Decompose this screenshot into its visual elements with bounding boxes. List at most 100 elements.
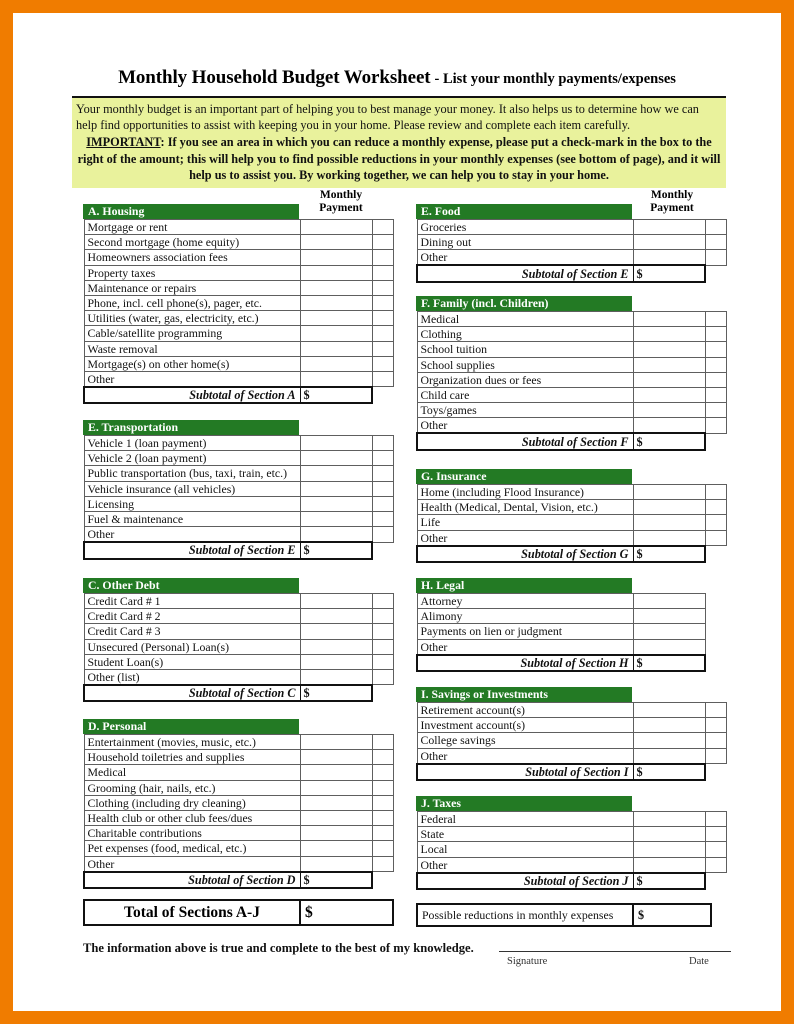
reduction-checkbox-cell[interactable] xyxy=(704,499,727,516)
reduction-checkbox-cell[interactable] xyxy=(704,326,727,343)
amount-input-cell[interactable] xyxy=(632,592,706,610)
amount-input-cell[interactable] xyxy=(299,218,373,236)
reduction-checkbox-cell[interactable] xyxy=(371,668,394,686)
reduction-checkbox-cell[interactable] xyxy=(371,355,394,372)
amount-input-cell[interactable] xyxy=(632,371,706,388)
reduction-checkbox-cell[interactable] xyxy=(371,279,394,296)
section-housing-subtotal-value[interactable]: $ xyxy=(299,385,373,405)
reduction-checkbox-cell[interactable] xyxy=(371,434,394,452)
reduction-checkbox-cell[interactable] xyxy=(704,402,727,419)
amount-input-cell[interactable] xyxy=(299,668,373,686)
amount-input-cell[interactable] xyxy=(299,234,373,251)
reduction-checkbox-cell[interactable] xyxy=(704,386,727,404)
amount-input-cell[interactable] xyxy=(632,483,706,501)
amount-input-cell[interactable] xyxy=(632,234,706,251)
reduction-checkbox-cell[interactable] xyxy=(371,764,394,781)
amount-input-cell[interactable] xyxy=(299,495,373,512)
amount-input-cell[interactable] xyxy=(299,653,373,670)
amount-input-cell[interactable] xyxy=(299,840,373,857)
reduction-checkbox-cell[interactable] xyxy=(371,510,394,528)
amount-input-cell[interactable] xyxy=(632,810,706,828)
section-savings-subtotal-value[interactable]: $ xyxy=(632,762,706,782)
reduction-checkbox-cell[interactable] xyxy=(704,356,727,373)
amount-input-cell[interactable] xyxy=(632,402,706,419)
amount-input-cell[interactable] xyxy=(632,249,706,266)
amount-input-cell[interactable] xyxy=(299,592,373,610)
amount-input-cell[interactable] xyxy=(299,340,373,357)
amount-input-cell[interactable] xyxy=(632,417,706,434)
amount-input-cell[interactable] xyxy=(299,825,373,842)
signature-line[interactable] xyxy=(499,951,731,952)
amount-input-cell[interactable] xyxy=(299,264,373,281)
reduction-checkbox-cell[interactable] xyxy=(371,794,394,811)
amount-input-cell[interactable] xyxy=(299,779,373,796)
amount-input-cell[interactable] xyxy=(632,841,706,858)
amount-input-cell[interactable] xyxy=(632,623,706,640)
amount-input-cell[interactable] xyxy=(299,526,373,543)
reduction-checkbox-cell[interactable] xyxy=(371,608,394,625)
reduction-checkbox-cell[interactable] xyxy=(704,218,727,236)
amount-input-cell[interactable] xyxy=(299,510,373,528)
reduction-checkbox-cell[interactable] xyxy=(371,825,394,842)
amount-input-cell[interactable] xyxy=(299,434,373,452)
amount-input-cell[interactable] xyxy=(299,855,373,872)
possible-reductions-value[interactable]: $ xyxy=(632,903,712,927)
reduction-checkbox-cell[interactable] xyxy=(371,234,394,251)
amount-input-cell[interactable] xyxy=(299,355,373,372)
amount-input-cell[interactable] xyxy=(632,218,706,236)
reduction-checkbox-cell[interactable] xyxy=(704,810,727,828)
reduction-checkbox-cell[interactable] xyxy=(371,340,394,357)
amount-input-cell[interactable] xyxy=(299,733,373,751)
amount-input-cell[interactable] xyxy=(632,717,706,734)
section-taxes-subtotal-value[interactable]: $ xyxy=(632,871,706,891)
amount-input-cell[interactable] xyxy=(632,732,706,749)
amount-input-cell[interactable] xyxy=(632,341,706,358)
amount-input-cell[interactable] xyxy=(632,701,706,719)
section-food-subtotal-value[interactable]: $ xyxy=(632,264,706,283)
reduction-checkbox-cell[interactable] xyxy=(371,653,394,670)
amount-input-cell[interactable] xyxy=(632,856,706,874)
amount-input-cell[interactable] xyxy=(299,450,373,467)
reduction-checkbox-cell[interactable] xyxy=(704,371,727,388)
amount-input-cell[interactable] xyxy=(299,623,373,640)
amount-input-cell[interactable] xyxy=(299,794,373,811)
reduction-checkbox-cell[interactable] xyxy=(371,495,394,512)
reduction-checkbox-cell[interactable] xyxy=(704,732,727,749)
reduction-checkbox-cell[interactable] xyxy=(371,809,394,827)
amount-input-cell[interactable] xyxy=(299,809,373,827)
amount-input-cell[interactable] xyxy=(299,249,373,266)
reduction-checkbox-cell[interactable] xyxy=(704,234,727,251)
reduction-checkbox-cell[interactable] xyxy=(371,480,394,497)
reduction-checkbox-cell[interactable] xyxy=(371,465,394,482)
amount-input-cell[interactable] xyxy=(299,310,373,327)
amount-input-cell[interactable] xyxy=(299,370,373,388)
reduction-checkbox-cell[interactable] xyxy=(371,526,394,543)
amount-input-cell[interactable] xyxy=(299,608,373,625)
reduction-checkbox-cell[interactable] xyxy=(371,733,394,751)
reduction-checkbox-cell[interactable] xyxy=(371,264,394,281)
grand-total-value[interactable]: $ xyxy=(299,899,394,926)
reduction-checkbox-cell[interactable] xyxy=(371,779,394,796)
reduction-checkbox-cell[interactable] xyxy=(704,826,727,843)
reduction-checkbox-cell[interactable] xyxy=(371,749,394,766)
amount-input-cell[interactable] xyxy=(299,749,373,766)
amount-input-cell[interactable] xyxy=(299,465,373,482)
reduction-checkbox-cell[interactable] xyxy=(704,529,727,547)
reduction-checkbox-cell[interactable] xyxy=(704,514,727,531)
reduction-checkbox-cell[interactable] xyxy=(704,856,727,874)
reduction-checkbox-cell[interactable] xyxy=(371,325,394,342)
reduction-checkbox-cell[interactable] xyxy=(704,717,727,734)
reduction-checkbox-cell[interactable] xyxy=(704,841,727,858)
amount-input-cell[interactable] xyxy=(299,638,373,655)
reduction-checkbox-cell[interactable] xyxy=(371,592,394,610)
amount-input-cell[interactable] xyxy=(299,279,373,296)
reduction-checkbox-cell[interactable] xyxy=(704,701,727,719)
amount-input-cell[interactable] xyxy=(632,638,706,656)
section-insurance-subtotal-value[interactable]: $ xyxy=(632,544,706,564)
reduction-checkbox-cell[interactable] xyxy=(704,310,727,328)
amount-input-cell[interactable] xyxy=(632,514,706,531)
amount-input-cell[interactable] xyxy=(632,499,706,516)
section-personal-subtotal-value[interactable]: $ xyxy=(299,870,373,889)
amount-input-cell[interactable] xyxy=(632,747,706,765)
amount-input-cell[interactable] xyxy=(632,386,706,404)
